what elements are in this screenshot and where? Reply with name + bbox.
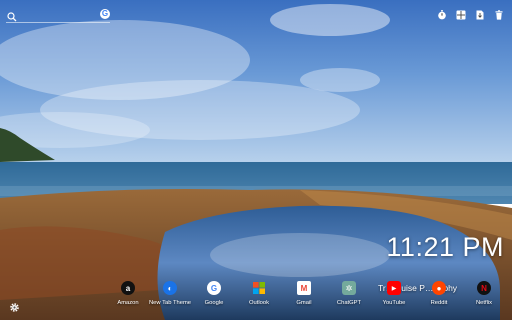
dock-item-label: Amazon xyxy=(117,300,139,306)
amazon-icon: a xyxy=(121,281,135,295)
chatgpt-icon: ✲ xyxy=(342,281,356,295)
outlook-icon xyxy=(252,281,266,295)
dock-item-label: Netflix xyxy=(475,300,493,306)
google-icon: G xyxy=(207,281,221,295)
dock-item-netflix[interactable]: N Netflix xyxy=(461,279,507,306)
dock-item-new-tab-theme[interactable]: ◐ New Tab Theme xyxy=(147,279,193,306)
shortcut-dock: a Amazon ◐ New Tab Theme G Google Outloo… xyxy=(105,279,500,309)
dock-item-chatgpt[interactable]: ✲ ChatGPT xyxy=(326,279,372,306)
dock-item-label: New Tab Theme xyxy=(149,300,191,306)
timer-icon[interactable] xyxy=(436,9,447,20)
gmail-icon: M xyxy=(297,281,311,295)
netflix-icon: N xyxy=(477,281,491,295)
settings-gear-icon[interactable] xyxy=(9,300,20,312)
download-icon[interactable] xyxy=(474,9,485,20)
top-toolbar xyxy=(436,9,504,20)
search-bar[interactable]: G xyxy=(6,8,110,23)
dock-item-label: Gmail xyxy=(296,300,312,306)
clock-time: 11:21 PM xyxy=(386,232,504,262)
search-icon[interactable] xyxy=(7,9,17,22)
background-wallpaper xyxy=(0,0,512,320)
new-tab-theme-icon: ◐ xyxy=(163,281,177,295)
dock-item-youtube[interactable]: ▶ YouTube xyxy=(371,279,417,306)
dock-item-label: ChatGPT xyxy=(336,300,362,306)
dock-item-outlook[interactable]: Outlook xyxy=(236,279,282,306)
dock-item-label: Reddit xyxy=(430,300,448,306)
grid-icon[interactable] xyxy=(455,9,466,20)
google-g-icon[interactable]: G xyxy=(100,9,110,19)
youtube-icon: ▶ xyxy=(387,281,401,295)
dock-item-label: Outlook xyxy=(249,300,269,306)
dock-item-reddit[interactable]: ● Reddit xyxy=(416,279,462,306)
dock-item-gmail[interactable]: M Gmail xyxy=(281,279,327,306)
dock-item-label: Google xyxy=(204,300,224,306)
trash-icon[interactable] xyxy=(493,9,504,20)
dock-item-amazon[interactable]: a Amazon xyxy=(105,279,151,306)
dock-item-google[interactable]: G Google xyxy=(191,279,237,306)
dock-item-label: YouTube xyxy=(382,300,406,306)
reddit-icon: ● xyxy=(432,281,446,295)
